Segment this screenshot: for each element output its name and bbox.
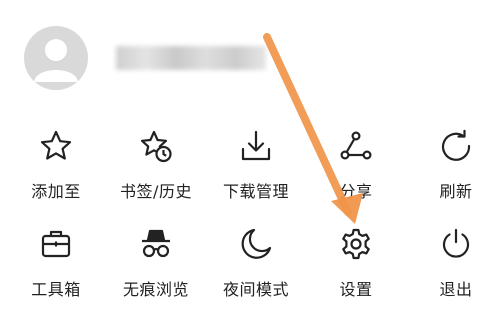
menu-item-refresh[interactable]: 刷新 (406, 118, 500, 216)
menu-item-bookmarks-history[interactable]: 书签/历史 (106, 118, 206, 216)
menu-row-2: 工具箱 无痕浏览 夜间模式 设置 退出 (6, 216, 500, 314)
menu-item-toolbox[interactable]: 工具箱 (6, 216, 106, 314)
download-icon (236, 126, 276, 166)
menu-row-1: 添加至 书签/历史 下载管理 分享 刷新 (6, 118, 500, 216)
menu-item-exit[interactable]: 退出 (406, 216, 500, 314)
menu-item-label: 退出 (439, 280, 473, 299)
browser-menu-sheet: ●●●●●●●● 添加至 书签/历史 (0, 0, 500, 317)
menu-item-label: 书签/历史 (120, 182, 192, 201)
menu-item-settings[interactable]: 设置 (306, 216, 406, 314)
menu-item-label: 无痕浏览 (122, 280, 189, 299)
power-icon (436, 224, 476, 264)
toolbox-icon (36, 224, 76, 264)
menu-item-label: 分享 (339, 182, 373, 201)
default-avatar-icon (34, 39, 78, 82)
menu-item-share[interactable]: 分享 (306, 118, 406, 216)
incognito-icon (136, 224, 176, 264)
star-icon (36, 126, 76, 166)
share-icon (336, 126, 376, 166)
menu-item-night-mode[interactable]: 夜间模式 (206, 216, 306, 314)
refresh-icon (436, 126, 476, 166)
gear-icon (336, 224, 376, 264)
menu-item-label: 添加至 (31, 182, 81, 201)
menu-item-add-to[interactable]: 添加至 (6, 118, 106, 216)
menu-item-label: 工具箱 (31, 280, 81, 299)
menu-item-download-manager[interactable]: 下载管理 (206, 118, 306, 216)
menu-item-label: 设置 (339, 280, 373, 299)
username: ●●●●●●●● (116, 46, 266, 70)
avatar[interactable] (24, 26, 88, 90)
menu-item-label: 下载管理 (222, 182, 289, 201)
menu-item-incognito[interactable]: 无痕浏览 (106, 216, 206, 314)
bookmark-history-icon (136, 126, 176, 166)
menu-grid: 添加至 书签/历史 下载管理 分享 刷新 工具箱 无痕浏览 夜间模式 设置 退出 (6, 118, 500, 314)
menu-item-label: 夜间模式 (222, 280, 289, 299)
menu-item-label: 刷新 (439, 182, 473, 201)
moon-icon (236, 224, 276, 264)
